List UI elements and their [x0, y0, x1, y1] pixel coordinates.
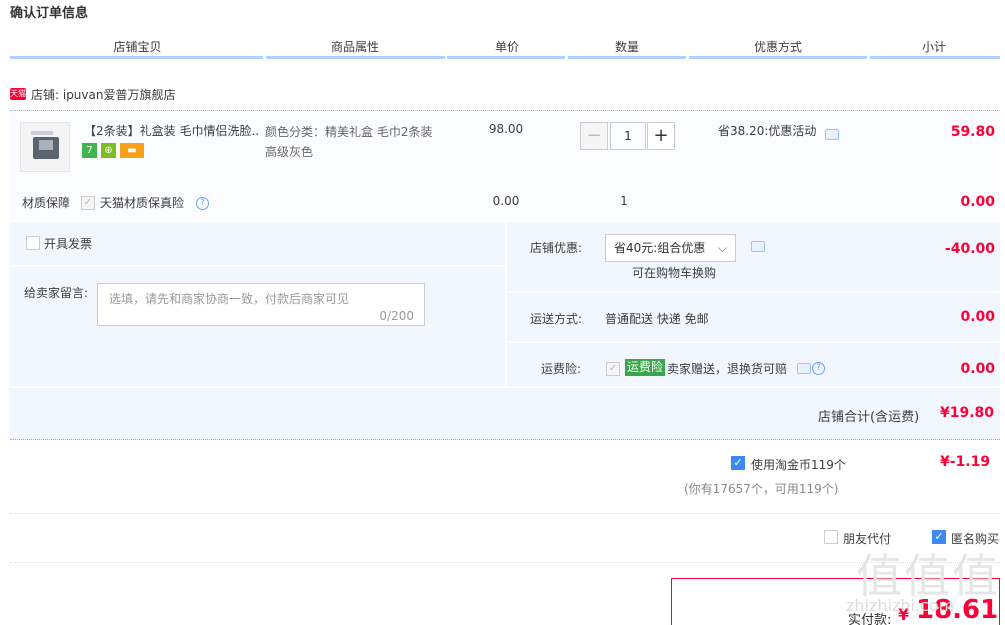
- material-insurance-checkbox[interactable]: ✓: [81, 196, 95, 210]
- invoice-label: 开具发票: [44, 237, 93, 251]
- chevron-down-icon: ⌵: [717, 241, 727, 255]
- message-counter: 0/200: [379, 309, 414, 323]
- page-title: 确认订单信息: [10, 6, 89, 21]
- shop-discount-label: 店铺优惠:: [530, 241, 583, 255]
- divider: [505, 222, 507, 387]
- shipping-amount: 0.00: [960, 309, 995, 325]
- divider: [10, 386, 1000, 388]
- shop-discount-value: 省40元:组合优惠: [614, 241, 706, 255]
- guarantee-icon: ⊕: [101, 143, 116, 158]
- col-unit-price: 单价: [494, 40, 519, 54]
- divider: [10, 110, 1000, 111]
- taocoin-note: (你有17657个，可用119个): [684, 482, 839, 496]
- divider: [10, 513, 1000, 514]
- help-icon[interactable]: ?: [812, 362, 825, 375]
- shop-discount-select[interactable]: 省40元:组合优惠 ⌵: [605, 234, 736, 262]
- header-divider: [266, 56, 445, 59]
- quantity-input[interactable]: 1: [610, 122, 646, 150]
- tmall-badge-icon: 天猫: [10, 88, 26, 100]
- plus-button[interactable]: +: [647, 122, 675, 150]
- seller-message-input[interactable]: 选填，请先和商家协商一致，付款后商家可见 0/200: [97, 283, 425, 326]
- chat-bubble-icon[interactable]: [825, 129, 839, 140]
- col-attributes: 商品属性: [330, 40, 379, 54]
- material-subtotal: 0.00: [960, 194, 995, 210]
- unit-price: 98.00: [488, 122, 524, 136]
- insurance-checkbox[interactable]: ✓: [606, 362, 620, 376]
- message-label: 给卖家留言:: [24, 286, 89, 300]
- insurance-amount: 0.00: [960, 361, 995, 377]
- col-quantity: 数量: [614, 40, 639, 54]
- invoice-checkbox[interactable]: [26, 236, 40, 250]
- watermark-domain: zhizhizhi.com: [846, 596, 955, 615]
- attr-line: 颜色分类：精美礼盒 毛巾2条装: [265, 125, 433, 139]
- header-divider: [689, 56, 867, 59]
- divider: [10, 265, 505, 267]
- insurance-label: 运费险:: [541, 362, 582, 376]
- divider: [507, 341, 1000, 343]
- friend-pay-checkbox[interactable]: [824, 530, 838, 544]
- message-placeholder: 选填，请先和商家协商一致，付款后商家可见: [109, 292, 350, 306]
- discount-info: 省38.20:优惠活动: [718, 124, 817, 138]
- col-shop-item: 店铺宝贝: [113, 40, 162, 54]
- item-subtotal: 59.80: [950, 124, 995, 140]
- seven-day-return-icon: 7: [82, 143, 97, 158]
- shop-total-label: 店铺合计(含运费): [818, 410, 920, 425]
- credit-card-icon: ▬: [120, 143, 144, 158]
- shop-total-amount: ¥19.80: [940, 405, 995, 421]
- header-divider: [447, 56, 565, 59]
- divider: [10, 562, 1000, 563]
- header-divider: [568, 56, 686, 59]
- help-icon[interactable]: ?: [196, 197, 209, 210]
- taocoin-label: 使用淘金币119个: [751, 458, 846, 472]
- material-guarantee-label: 材质保障: [22, 196, 71, 210]
- header-divider: [870, 56, 1000, 59]
- shop-discount-amount: -40.00: [944, 241, 995, 257]
- shipping-method: 普通配送 快递 免邮: [605, 312, 709, 326]
- col-discount: 优惠方式: [753, 40, 802, 54]
- shipping-label: 运送方式:: [530, 312, 583, 326]
- header-divider: [10, 56, 263, 59]
- col-subtotal: 小计: [921, 40, 946, 54]
- chat-bubble-icon[interactable]: [751, 241, 765, 252]
- material-insurance-label: 天猫材质保真险: [100, 196, 185, 210]
- minus-button[interactable]: −: [580, 122, 608, 150]
- product-thumbnail[interactable]: [20, 122, 70, 172]
- material-qty: 1: [620, 194, 628, 208]
- product-attributes: 颜色分类：精美礼盒 毛巾2条装 高级灰色: [265, 122, 455, 162]
- divider: [507, 291, 1000, 293]
- shop-discount-hint: 可在购物车换购: [632, 266, 717, 280]
- taocoin-amount: ¥-1.19: [940, 454, 991, 470]
- product-title[interactable]: 【2条装】礼盒装 毛巾情侣洗脸...: [84, 122, 260, 139]
- divider: [10, 439, 1000, 440]
- attr-line: 高级灰色: [265, 145, 314, 159]
- material-price: 0.00: [492, 194, 520, 208]
- use-taocoin-checkbox[interactable]: ✓: [731, 456, 745, 470]
- insurance-text: 卖家赠送，退换货可赔: [667, 362, 788, 376]
- chat-bubble-icon[interactable]: [797, 363, 811, 374]
- insurance-badge: 运费险: [625, 359, 666, 376]
- shop-name[interactable]: 店铺: ipuvan爱普万旗舰店: [31, 86, 175, 103]
